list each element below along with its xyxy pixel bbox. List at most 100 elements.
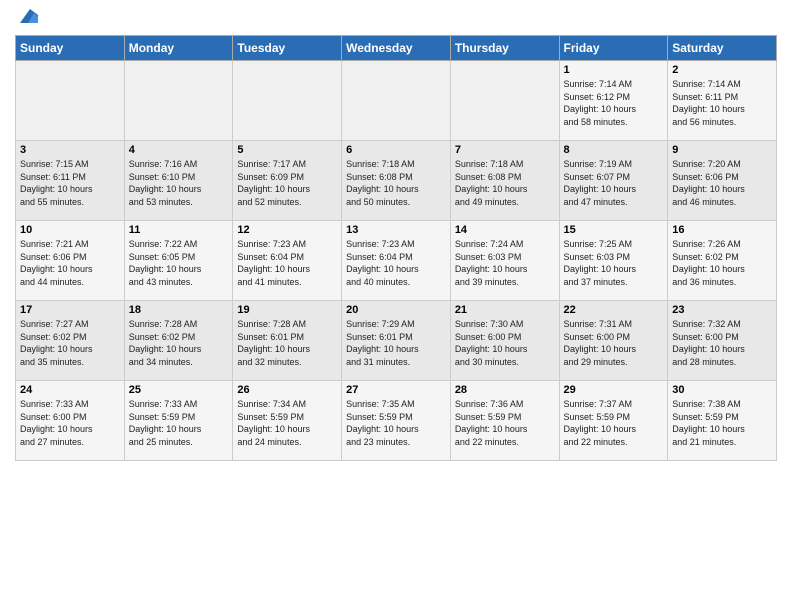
calendar-cell: 4 Sunrise: 7:16 AM Sunset: 6:10 PM Daylig…: [124, 141, 233, 221]
logo-icon: [16, 5, 38, 27]
weekday-header: Thursday: [450, 36, 559, 61]
calendar-header: SundayMondayTuesdayWednesdayThursdayFrid…: [16, 36, 777, 61]
calendar-cell: 26 Sunrise: 7:34 AM Sunset: 5:59 PM Dayli…: [233, 381, 342, 461]
day-info: Sunrise: 7:30 AM Sunset: 6:00 PM Dayligh…: [455, 318, 555, 368]
weekday-header: Monday: [124, 36, 233, 61]
calendar-week-row: 17 Sunrise: 7:27 AM Sunset: 6:02 PM Dayli…: [16, 301, 777, 381]
day-number: 19: [237, 304, 337, 316]
day-number: 21: [455, 304, 555, 316]
day-info: Sunrise: 7:17 AM Sunset: 6:09 PM Dayligh…: [237, 158, 337, 208]
day-number: 30: [672, 384, 772, 396]
day-info: Sunrise: 7:28 AM Sunset: 6:02 PM Dayligh…: [129, 318, 229, 368]
day-info: Sunrise: 7:18 AM Sunset: 6:08 PM Dayligh…: [455, 158, 555, 208]
day-number: 26: [237, 384, 337, 396]
calendar-cell: 1 Sunrise: 7:14 AM Sunset: 6:12 PM Daylig…: [559, 61, 668, 141]
calendar-cell: 17 Sunrise: 7:27 AM Sunset: 6:02 PM Dayli…: [16, 301, 125, 381]
calendar-cell: [342, 61, 451, 141]
calendar-cell: 6 Sunrise: 7:18 AM Sunset: 6:08 PM Daylig…: [342, 141, 451, 221]
day-number: 18: [129, 304, 229, 316]
calendar-body: 1 Sunrise: 7:14 AM Sunset: 6:12 PM Daylig…: [16, 61, 777, 461]
day-info: Sunrise: 7:33 AM Sunset: 6:00 PM Dayligh…: [20, 398, 120, 448]
day-number: 25: [129, 384, 229, 396]
day-info: Sunrise: 7:16 AM Sunset: 6:10 PM Dayligh…: [129, 158, 229, 208]
calendar-cell: 20Sunrise: 7:29 AM Sunset: 6:01 PM Dayli…: [342, 301, 451, 381]
day-info: Sunrise: 7:22 AM Sunset: 6:05 PM Dayligh…: [129, 238, 229, 288]
day-number: 8: [564, 144, 664, 156]
weekday-header: Sunday: [16, 36, 125, 61]
calendar-cell: 2Sunrise: 7:14 AM Sunset: 6:11 PM Daylig…: [668, 61, 777, 141]
calendar-cell: 24 Sunrise: 7:33 AM Sunset: 6:00 PM Dayli…: [16, 381, 125, 461]
weekday-header: Tuesday: [233, 36, 342, 61]
day-info: Sunrise: 7:29 AM Sunset: 6:01 PM Dayligh…: [346, 318, 446, 368]
day-number: 28: [455, 384, 555, 396]
calendar-cell: 5 Sunrise: 7:17 AM Sunset: 6:09 PM Daylig…: [233, 141, 342, 221]
day-number: 22: [564, 304, 664, 316]
day-info: Sunrise: 7:27 AM Sunset: 6:02 PM Dayligh…: [20, 318, 120, 368]
day-info: Sunrise: 7:34 AM Sunset: 5:59 PM Dayligh…: [237, 398, 337, 448]
calendar-cell: 21 Sunrise: 7:30 AM Sunset: 6:00 PM Dayli…: [450, 301, 559, 381]
day-info: Sunrise: 7:26 AM Sunset: 6:02 PM Dayligh…: [672, 238, 772, 288]
day-number: 7: [455, 144, 555, 156]
day-number: 2: [672, 64, 772, 76]
day-number: 5: [237, 144, 337, 156]
calendar-cell: [16, 61, 125, 141]
day-number: 15: [564, 224, 664, 236]
calendar-cell: [124, 61, 233, 141]
day-info: Sunrise: 7:23 AM Sunset: 6:04 PM Dayligh…: [346, 238, 446, 288]
calendar-cell: 15Sunrise: 7:25 AM Sunset: 6:03 PM Dayli…: [559, 221, 668, 301]
calendar-cell: [233, 61, 342, 141]
day-number: 17: [20, 304, 120, 316]
day-info: Sunrise: 7:28 AM Sunset: 6:01 PM Dayligh…: [237, 318, 337, 368]
day-info: Sunrise: 7:23 AM Sunset: 6:04 PM Dayligh…: [237, 238, 337, 288]
calendar-table: SundayMondayTuesdayWednesdayThursdayFrid…: [15, 35, 777, 461]
day-info: Sunrise: 7:33 AM Sunset: 5:59 PM Dayligh…: [129, 398, 229, 448]
day-info: Sunrise: 7:20 AM Sunset: 6:06 PM Dayligh…: [672, 158, 772, 208]
day-info: Sunrise: 7:32 AM Sunset: 6:00 PM Dayligh…: [672, 318, 772, 368]
weekday-header: Friday: [559, 36, 668, 61]
calendar-cell: 9 Sunrise: 7:20 AM Sunset: 6:06 PM Daylig…: [668, 141, 777, 221]
day-info: Sunrise: 7:31 AM Sunset: 6:00 PM Dayligh…: [564, 318, 664, 368]
day-number: 11: [129, 224, 229, 236]
day-number: 4: [129, 144, 229, 156]
day-number: 24: [20, 384, 120, 396]
calendar-cell: 30 Sunrise: 7:38 AM Sunset: 5:59 PM Dayli…: [668, 381, 777, 461]
calendar-cell: 25 Sunrise: 7:33 AM Sunset: 5:59 PM Dayli…: [124, 381, 233, 461]
calendar-cell: 3Sunrise: 7:15 AM Sunset: 6:11 PM Daylig…: [16, 141, 125, 221]
calendar-cell: 11 Sunrise: 7:22 AM Sunset: 6:05 PM Dayli…: [124, 221, 233, 301]
day-number: 23: [672, 304, 772, 316]
day-number: 1: [564, 64, 664, 76]
day-number: 12: [237, 224, 337, 236]
calendar-cell: [450, 61, 559, 141]
calendar-cell: 19 Sunrise: 7:28 AM Sunset: 6:01 PM Dayli…: [233, 301, 342, 381]
weekday-header: Wednesday: [342, 36, 451, 61]
calendar-week-row: 10Sunrise: 7:21 AM Sunset: 6:06 PM Dayli…: [16, 221, 777, 301]
day-info: Sunrise: 7:14 AM Sunset: 6:12 PM Dayligh…: [564, 78, 664, 128]
day-number: 13: [346, 224, 446, 236]
weekday-row: SundayMondayTuesdayWednesdayThursdayFrid…: [16, 36, 777, 61]
day-number: 6: [346, 144, 446, 156]
day-info: Sunrise: 7:38 AM Sunset: 5:59 PM Dayligh…: [672, 398, 772, 448]
day-number: 3: [20, 144, 120, 156]
day-number: 16: [672, 224, 772, 236]
day-info: Sunrise: 7:37 AM Sunset: 5:59 PM Dayligh…: [564, 398, 664, 448]
calendar-cell: 16 Sunrise: 7:26 AM Sunset: 6:02 PM Dayli…: [668, 221, 777, 301]
calendar-cell: 8Sunrise: 7:19 AM Sunset: 6:07 PM Daylig…: [559, 141, 668, 221]
calendar-cell: 18 Sunrise: 7:28 AM Sunset: 6:02 PM Dayli…: [124, 301, 233, 381]
day-number: 9: [672, 144, 772, 156]
calendar-cell: 7 Sunrise: 7:18 AM Sunset: 6:08 PM Daylig…: [450, 141, 559, 221]
day-info: Sunrise: 7:21 AM Sunset: 6:06 PM Dayligh…: [20, 238, 120, 288]
day-info: Sunrise: 7:36 AM Sunset: 5:59 PM Dayligh…: [455, 398, 555, 448]
day-info: Sunrise: 7:18 AM Sunset: 6:08 PM Dayligh…: [346, 158, 446, 208]
calendar-week-row: 3Sunrise: 7:15 AM Sunset: 6:11 PM Daylig…: [16, 141, 777, 221]
weekday-header: Saturday: [668, 36, 777, 61]
header: [15, 10, 777, 27]
day-number: 29: [564, 384, 664, 396]
calendar-week-row: 1 Sunrise: 7:14 AM Sunset: 6:12 PM Daylig…: [16, 61, 777, 141]
calendar-cell: 29 Sunrise: 7:37 AM Sunset: 5:59 PM Dayli…: [559, 381, 668, 461]
logo: [15, 10, 38, 27]
calendar-cell: 28 Sunrise: 7:36 AM Sunset: 5:59 PM Dayli…: [450, 381, 559, 461]
page-container: SundayMondayTuesdayWednesdayThursdayFrid…: [0, 0, 792, 471]
calendar-week-row: 24 Sunrise: 7:33 AM Sunset: 6:00 PM Dayli…: [16, 381, 777, 461]
day-info: Sunrise: 7:35 AM Sunset: 5:59 PM Dayligh…: [346, 398, 446, 448]
calendar-cell: 12 Sunrise: 7:23 AM Sunset: 6:04 PM Dayli…: [233, 221, 342, 301]
